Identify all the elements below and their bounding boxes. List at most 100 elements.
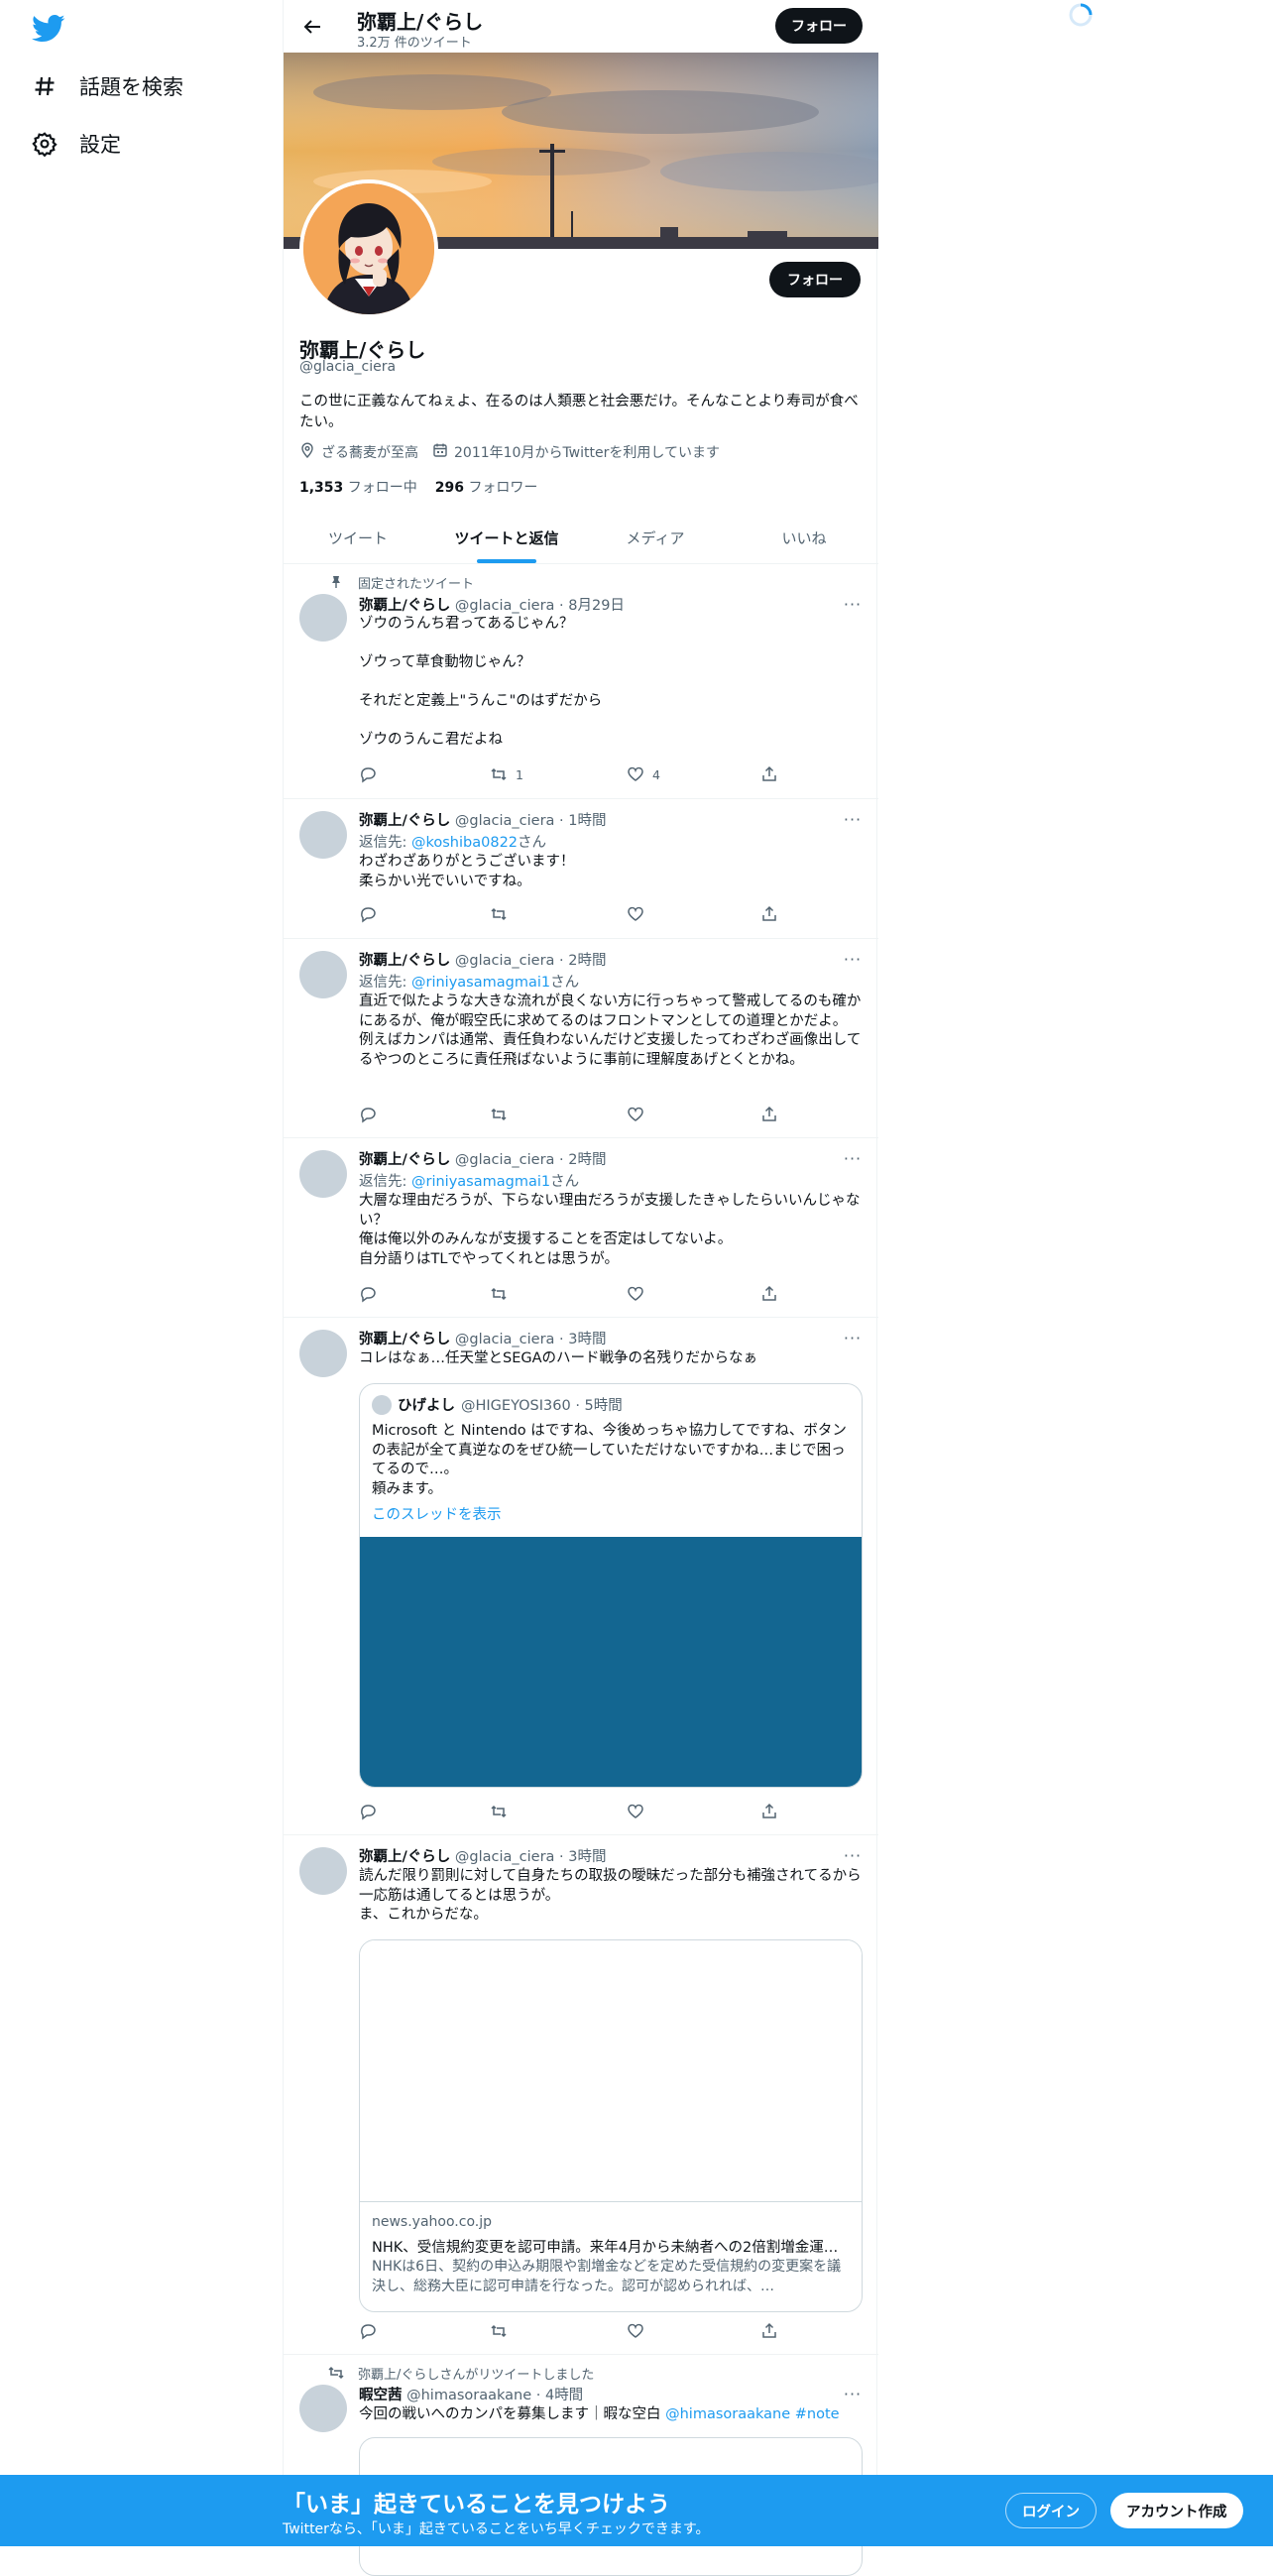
reply-to-link[interactable]: @koshiba0822 <box>411 835 518 851</box>
heart-icon[interactable] <box>627 1803 644 1820</box>
share-icon[interactable] <box>760 1285 778 1303</box>
profile-follow-button[interactable]: フォロー <box>769 262 861 297</box>
followers-link[interactable]: 296 フォロワー <box>435 477 538 497</box>
tweet-header: 暇空茜 @himasoraakane · 4時間 <box>359 2384 583 2404</box>
retweet-icon <box>327 2365 345 2381</box>
reply-icon[interactable] <box>359 1106 377 1123</box>
avatar[interactable] <box>299 1330 347 1377</box>
nav-explore[interactable]: 話題を検索 <box>32 66 183 106</box>
following-link[interactable]: 1,353 フォロー中 <box>299 477 417 497</box>
share-icon[interactable] <box>760 765 778 783</box>
author-name[interactable]: 弥覇上/ぐらし <box>359 1152 450 1168</box>
tweet-item[interactable]: 弥覇上/ぐらし @glacia_ciera · 2時間 ··· 返信先: @ri… <box>284 1138 878 1318</box>
show-thread-link[interactable]: このスレッドを表示 <box>372 1503 502 1524</box>
share-icon[interactable] <box>760 1803 778 1820</box>
reply-prefix: 返信先: <box>359 1174 411 1190</box>
author-meta[interactable]: @glacia_ciera · 8月29日 <box>455 598 625 614</box>
avatar[interactable] <box>299 1847 347 1895</box>
header-title: 弥覇上/ぐらし <box>357 10 484 34</box>
more-options-icon[interactable]: ··· <box>843 595 863 614</box>
author-meta[interactable]: @glacia_ciera · 2時間 <box>455 1152 607 1168</box>
tweet-item[interactable]: 固定されたツイート 弥覇上/ぐらし @glacia_ciera · 8月29日 … <box>284 564 878 799</box>
nav-settings-label: 設定 <box>79 133 121 157</box>
tab-likes[interactable]: いいね <box>730 512 878 563</box>
tab-tweets-and-replies[interactable]: ツイートと返信 <box>432 512 581 563</box>
author-name[interactable]: 弥覇上/ぐらし <box>359 953 450 969</box>
share-icon[interactable] <box>760 905 778 923</box>
reply-icon[interactable] <box>359 1803 377 1820</box>
tweet-item[interactable]: 弥覇上/ぐらし @glacia_ciera · 1時間 ··· 返信先: @ko… <box>284 799 878 939</box>
quote-media-image[interactable] <box>360 1537 862 1787</box>
avatar[interactable] <box>299 594 347 642</box>
quote-author-name: ひげよし <box>398 1398 455 1414</box>
tweet-actions <box>359 1106 795 1125</box>
tweet-item[interactable]: 弥覇上/ぐらし @glacia_ciera · 3時間 ··· コレはなぁ…任天… <box>284 1318 878 1835</box>
more-options-icon[interactable]: ··· <box>843 2385 863 2403</box>
like-button[interactable]: 4 <box>627 765 660 783</box>
author-name[interactable]: 弥覇上/ぐらし <box>359 1332 450 1347</box>
retweet-icon[interactable] <box>490 1285 508 1303</box>
retweet-icon[interactable] <box>490 2322 508 2340</box>
link-card[interactable]: news.yahoo.co.jp NHK、受信規約変更を認可申請。来年4月から未… <box>359 1939 863 2312</box>
more-options-icon[interactable]: ··· <box>843 1149 863 1168</box>
retweet-icon[interactable] <box>490 1106 508 1123</box>
author-meta[interactable]: @glacia_ciera · 3時間 <box>455 1332 607 1347</box>
author-name[interactable]: 弥覇上/ぐらし <box>359 598 450 614</box>
reply-icon[interactable] <box>359 765 377 783</box>
author-meta[interactable]: @himasoraakane · 4時間 <box>406 2388 583 2403</box>
more-options-icon[interactable]: ··· <box>843 810 863 829</box>
profile-header: 弥覇上/ぐらし 3.2万 件のツイート フォロー <box>284 0 878 53</box>
author-meta[interactable]: @glacia_ciera · 3時間 <box>455 1849 607 1865</box>
tweet-item[interactable]: 弥覇上/ぐらし @glacia_ciera · 2時間 ··· 返信先: @ri… <box>284 939 878 1138</box>
author-name[interactable]: 弥覇上/ぐらし <box>359 813 450 829</box>
author-name[interactable]: 弥覇上/ぐらし <box>359 1849 450 1865</box>
card-image <box>360 1940 862 2202</box>
left-nav: 話題を検索 設定 <box>0 0 283 2479</box>
heart-icon[interactable] <box>627 1285 644 1303</box>
tab-tweets[interactable]: ツイート <box>284 512 432 563</box>
share-icon[interactable] <box>760 1106 778 1123</box>
avatar[interactable] <box>299 811 347 859</box>
avatar[interactable] <box>299 2385 347 2432</box>
reply-to-link[interactable]: @riniyasamagmai1 <box>411 1174 550 1190</box>
tweet-text-link[interactable]: @himasoraakane #note <box>665 2406 839 2422</box>
author-meta[interactable]: @glacia_ciera · 2時間 <box>455 953 607 969</box>
avatar[interactable] <box>299 951 347 998</box>
header-tweet-count: 3.2万 件のツイート <box>357 36 472 51</box>
share-icon[interactable] <box>760 2322 778 2340</box>
reply-icon[interactable] <box>359 905 377 923</box>
more-options-icon[interactable]: ··· <box>843 950 863 969</box>
back-arrow-icon[interactable] <box>299 14 325 40</box>
tweet-header: 弥覇上/ぐらし @glacia_ciera · 1時間 <box>359 809 606 830</box>
more-options-icon[interactable]: ··· <box>843 1846 863 1865</box>
loading-spinner-icon <box>1068 2 1094 28</box>
tab-media[interactable]: メディア <box>581 512 730 563</box>
more-options-icon[interactable]: ··· <box>843 1329 863 1347</box>
tweet-header: 弥覇上/ぐらし @glacia_ciera · 8月29日 <box>359 594 625 615</box>
heart-icon[interactable] <box>627 905 644 923</box>
tweet-item[interactable]: 弥覇上/ぐらし @glacia_ciera · 3時間 ··· 読んだ限り罰則に… <box>284 1835 878 2355</box>
retweet-button[interactable]: 1 <box>490 765 523 783</box>
reply-icon[interactable] <box>359 1285 377 1303</box>
following-count: 1,353 <box>299 480 344 496</box>
quoted-tweet[interactable]: ひげよし @HIGEYOSI360 · 5時間 Microsoft と Nint… <box>359 1383 863 1788</box>
author-name[interactable]: 暇空茜 <box>359 2388 403 2403</box>
hashtag-icon <box>32 73 58 99</box>
heart-icon[interactable] <box>627 1106 644 1123</box>
nav-settings[interactable]: 設定 <box>32 124 121 164</box>
quote-author-meta: @HIGEYOSI360 · 5時間 <box>461 1398 623 1414</box>
header-follow-button[interactable]: フォロー <box>775 8 863 44</box>
author-meta[interactable]: @glacia_ciera · 1時間 <box>455 813 607 829</box>
reply-icon[interactable] <box>359 2322 377 2340</box>
reply-to-link[interactable]: @riniyasamagmai1 <box>411 975 550 991</box>
profile-meta: ざる蕎麦が至高 2011年10月からTwitterを利用しています <box>299 442 720 462</box>
retweet-icon[interactable] <box>490 1803 508 1820</box>
profile-avatar[interactable] <box>299 179 438 318</box>
signup-button[interactable]: アカウント作成 <box>1110 2493 1243 2528</box>
retweet-icon[interactable] <box>490 905 508 923</box>
avatar[interactable] <box>299 1150 347 1198</box>
gear-icon <box>32 131 58 157</box>
login-button[interactable]: ログイン <box>1005 2493 1097 2528</box>
twitter-logo-icon[interactable] <box>32 14 65 44</box>
heart-icon[interactable] <box>627 2322 644 2340</box>
